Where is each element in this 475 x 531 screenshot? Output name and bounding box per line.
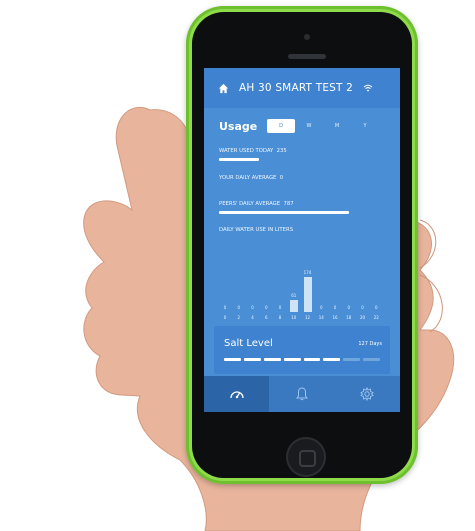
peers-daily-average-row: PEERS' DAILY AVERAGE 787 <box>219 201 294 207</box>
water-used-today-row: WATER USED TODAY 235 <box>219 148 287 154</box>
water-used-today-label: WATER USED TODAY <box>219 148 274 154</box>
chart-bar-16: 0 16 <box>331 260 339 320</box>
chart-bar-20: 0 20 <box>359 260 367 320</box>
peers-daily-average-label: PEERS' DAILY AVERAGE <box>219 201 281 207</box>
device-name: AH 30 SMART TEST 2 <box>239 82 354 94</box>
salt-level-segment <box>283 358 301 361</box>
device-header[interactable]: AH 30 SMART TEST 2 <box>204 68 400 108</box>
chart-bar-0: 00 <box>221 260 229 320</box>
chart-bar-12: 174 12 <box>303 260 312 320</box>
chart-bar-rect <box>303 277 312 312</box>
salt-level-bar <box>224 358 380 361</box>
chart-bar-18: 0 18 <box>345 260 353 320</box>
chart-bar-22: 0 22 <box>372 260 380 320</box>
earpiece-speaker <box>288 54 326 59</box>
chart-tick-label: 22 <box>373 315 379 320</box>
salt-level-segment <box>303 358 321 361</box>
salt-level-segment <box>363 358 380 361</box>
your-daily-average-label: YOUR DAILY AVERAGE <box>219 175 277 181</box>
nav-dashboard[interactable] <box>204 376 270 412</box>
settings-icon <box>360 387 375 401</box>
chart-label: DAILY WATER USE IN LITERS <box>219 227 294 233</box>
your-daily-average-row: YOUR DAILY AVERAGE 0 <box>219 175 283 181</box>
salt-level-segment <box>343 358 361 361</box>
chart-bar-value: 0 <box>278 305 282 310</box>
period-tab-week[interactable]: W <box>295 123 323 129</box>
usage-title: Usage <box>219 119 258 133</box>
home-icon <box>218 83 229 93</box>
salt-level-label: Salt Level <box>224 338 273 349</box>
chart-bar-14: 0 14 <box>317 260 325 320</box>
salt-level-card[interactable]: Salt Level 127 Days <box>214 326 390 374</box>
chart-bar-10: 61 10 <box>289 260 298 320</box>
peers-daily-average-value: 787 <box>283 201 294 207</box>
chart-bar-value: 61 <box>291 292 297 298</box>
wifi-icon <box>363 84 373 92</box>
nav-notifications[interactable] <box>269 376 334 412</box>
chart-bar-2: 02 <box>235 260 243 320</box>
chart-bar-value: 0 <box>374 305 378 310</box>
water-used-today-bar <box>219 158 259 161</box>
period-tab-month[interactable]: M <box>323 123 351 129</box>
nav-settings[interactable] <box>335 376 400 412</box>
app-screen: AH 30 SMART TEST 2 Usage D W M Y WATER U… <box>204 68 400 412</box>
salt-level-segment <box>263 358 281 361</box>
usage-row: Usage D W M Y <box>204 108 400 138</box>
bottom-nav <box>204 376 400 412</box>
chart-bar-6: 06 <box>262 260 270 320</box>
gauge-icon <box>230 391 244 399</box>
front-camera <box>304 34 310 40</box>
period-tab-year[interactable]: Y <box>351 123 379 129</box>
peers-daily-average-bar <box>219 211 349 214</box>
period-tab-day[interactable]: D <box>267 119 295 133</box>
salt-level-segment <box>243 358 261 361</box>
chart-bar-4: 04 <box>249 260 257 320</box>
chart-bar-8: 08 <box>276 260 284 320</box>
chart-bar-rect <box>289 299 298 312</box>
salt-level-segment <box>323 358 341 361</box>
water-used-today-value: 235 <box>276 148 287 154</box>
bell-icon <box>295 387 308 401</box>
daily-water-chart: 0 0 0 2 0 4 0 6 0 8 61 10 174 12 0 14 0 16 0 18 0 20 0 22 <box>219 260 384 320</box>
chart-bar-value: 174 <box>303 270 312 276</box>
home-button[interactable] <box>286 437 326 477</box>
salt-level-segment <box>224 358 241 361</box>
salt-days-remaining: 127 Days <box>358 341 382 347</box>
your-daily-average-value: 0 <box>279 175 284 181</box>
